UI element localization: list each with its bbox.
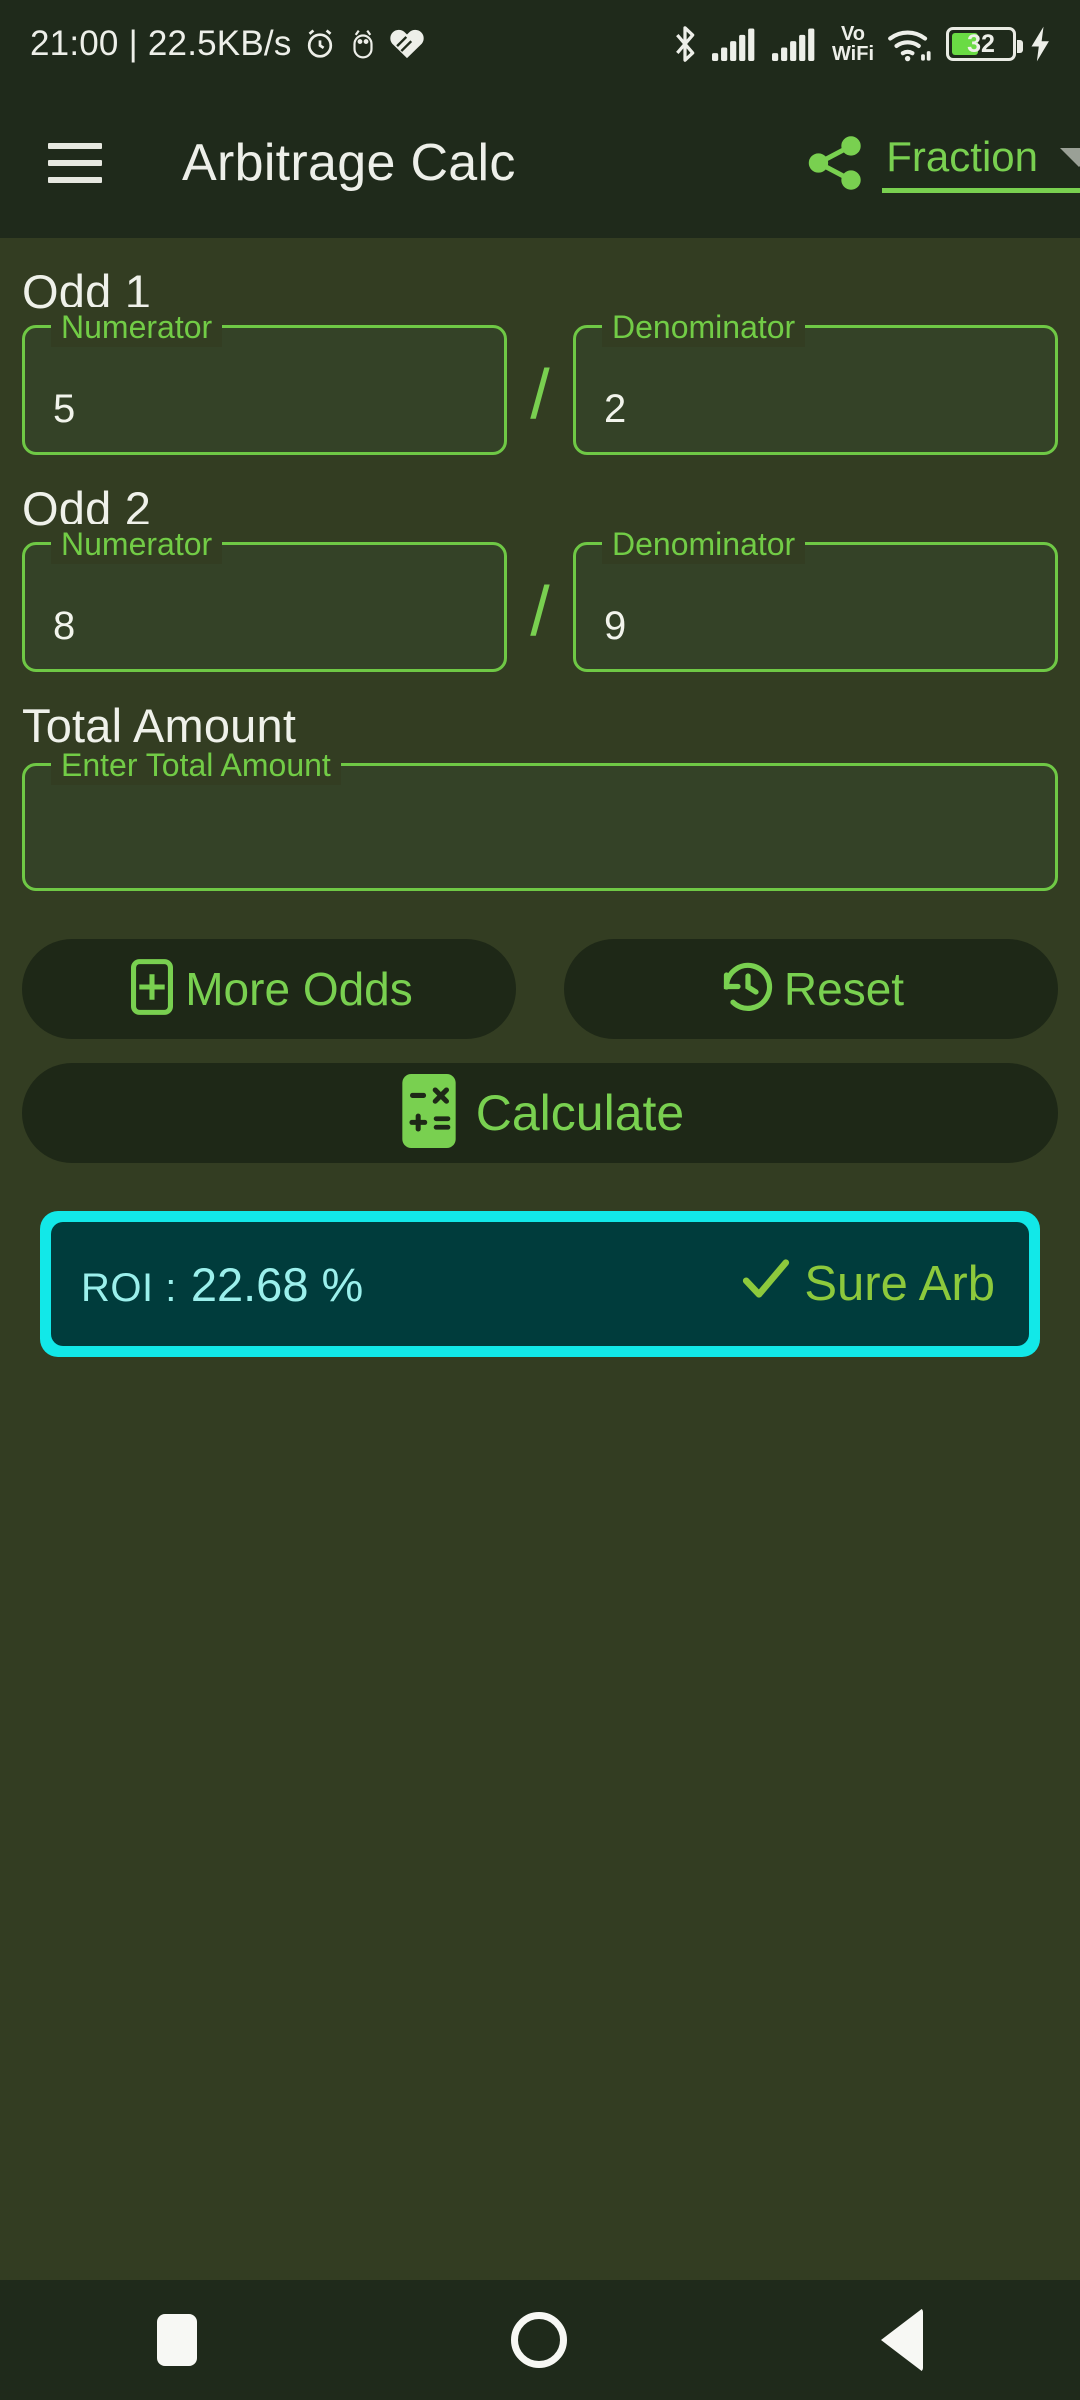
total-amount-field[interactable]: Enter Total Amount xyxy=(22,745,1058,891)
result-banner: ROI : 22.68 % Sure Arb xyxy=(40,1211,1040,1357)
status-separator: | xyxy=(128,24,138,63)
odd-1-separator: / xyxy=(530,355,550,433)
hamburger-line xyxy=(48,177,102,183)
history-restore-icon xyxy=(718,957,778,1022)
odd-2-numerator-field[interactable]: Numerator 8 xyxy=(22,524,507,672)
roi-label: ROI : xyxy=(81,1265,177,1310)
battery-icon: 32 xyxy=(946,27,1023,61)
reset-button[interactable]: Reset xyxy=(564,939,1058,1039)
odd-2-separator: / xyxy=(530,572,550,650)
odd-2-numerator-value: 8 xyxy=(53,604,76,648)
hamburger-icon[interactable] xyxy=(48,143,102,183)
signal-sim1-icon xyxy=(711,26,760,62)
check-icon xyxy=(738,1250,794,1318)
more-odds-label: More Odds xyxy=(185,963,413,1015)
calculate-button[interactable]: Calculate xyxy=(22,1063,1058,1163)
total-amount-row: Enter Total Amount xyxy=(0,745,1080,891)
unit-mode-underline xyxy=(882,188,1080,193)
recents-square-icon[interactable] xyxy=(157,2314,197,2366)
unit-mode-dropdown[interactable]: Fraction xyxy=(882,133,1080,193)
calculator-icon xyxy=(396,1071,462,1156)
odd-1-denominator-value: 2 xyxy=(604,387,627,431)
odd-1-denominator-label: Denominator xyxy=(602,307,806,347)
add-box-icon xyxy=(125,957,179,1022)
odd-1-numerator-label: Numerator xyxy=(51,307,223,347)
total-amount-label: Enter Total Amount xyxy=(51,745,341,785)
charging-bolt-icon xyxy=(1028,25,1054,63)
back-triangle-icon[interactable] xyxy=(881,2308,923,2372)
phone-screen: 21:00 | 22.5KB/s Vo WiFi 32 Arbitrage Ca… xyxy=(0,0,1080,2400)
odd-1-row: Numerator 5 / Denominator 2 xyxy=(0,307,1080,455)
odd-2-row: Numerator 8 / Denominator 9 xyxy=(0,524,1080,672)
page-title: Arbitrage Calc xyxy=(182,134,516,192)
unit-mode-label: Fraction xyxy=(886,133,1038,180)
calculate-label: Calculate xyxy=(475,1085,685,1141)
odd-1-numerator-field[interactable]: Numerator 5 xyxy=(22,307,507,455)
roi-value: 22.68 % xyxy=(190,1257,364,1311)
more-odds-button[interactable]: More Odds xyxy=(22,939,516,1039)
main-content: Odd 1 Numerator 5 / Denominator 2 Odd 2 … xyxy=(0,238,1080,1357)
odd-2-denominator-label: Denominator xyxy=(602,524,806,564)
status-network-speed: 22.5KB/s xyxy=(147,24,292,63)
odd-2-denominator-value: 9 xyxy=(604,604,627,648)
app-bar-actions: Fraction xyxy=(792,132,1080,194)
status-badge: Sure Arb xyxy=(738,1250,995,1318)
hamburger-line xyxy=(48,143,102,149)
reset-label: Reset xyxy=(783,963,905,1015)
action-button-row: More Odds Reset xyxy=(0,939,1080,1039)
chevron-down-icon xyxy=(1060,147,1080,167)
status-bar: 21:00 | 22.5KB/s Vo WiFi 32 xyxy=(0,0,1080,88)
app-bar: Arbitrage Calc Fraction xyxy=(0,88,1080,238)
odd-1-numerator-value: 5 xyxy=(53,387,76,431)
signal-sim2-icon xyxy=(771,26,820,62)
odd-2-numerator-label: Numerator xyxy=(51,524,223,564)
roi-display: ROI : 22.68 % xyxy=(81,1257,363,1312)
status-bar-left: 21:00 | 22.5KB/s xyxy=(30,24,426,64)
android-debug-icon xyxy=(348,27,378,61)
hamburger-line xyxy=(48,160,102,166)
result-inner: ROI : 22.68 % Sure Arb xyxy=(51,1222,1029,1346)
vowifi-top: Vo xyxy=(840,23,866,45)
wifi-icon xyxy=(886,25,934,63)
bluetooth-icon xyxy=(670,24,700,64)
battery-level: 32 xyxy=(967,30,995,58)
status-time: 21:00 xyxy=(30,24,119,63)
status-bar-right: Vo WiFi 32 xyxy=(670,24,1054,64)
odd-2-denominator-field[interactable]: Denominator 9 xyxy=(573,524,1058,672)
status-badge-label: Sure Arb xyxy=(804,1257,995,1311)
navigation-bar xyxy=(0,2280,1080,2400)
home-circle-icon[interactable] xyxy=(511,2312,567,2368)
health-icon xyxy=(388,27,426,61)
alarm-icon xyxy=(302,26,338,62)
vowifi-bottom: WiFi xyxy=(831,43,874,65)
odd-1-denominator-field[interactable]: Denominator 2 xyxy=(573,307,1058,455)
vowifi-icon: Vo WiFi xyxy=(832,24,874,64)
share-icon[interactable] xyxy=(792,132,878,194)
